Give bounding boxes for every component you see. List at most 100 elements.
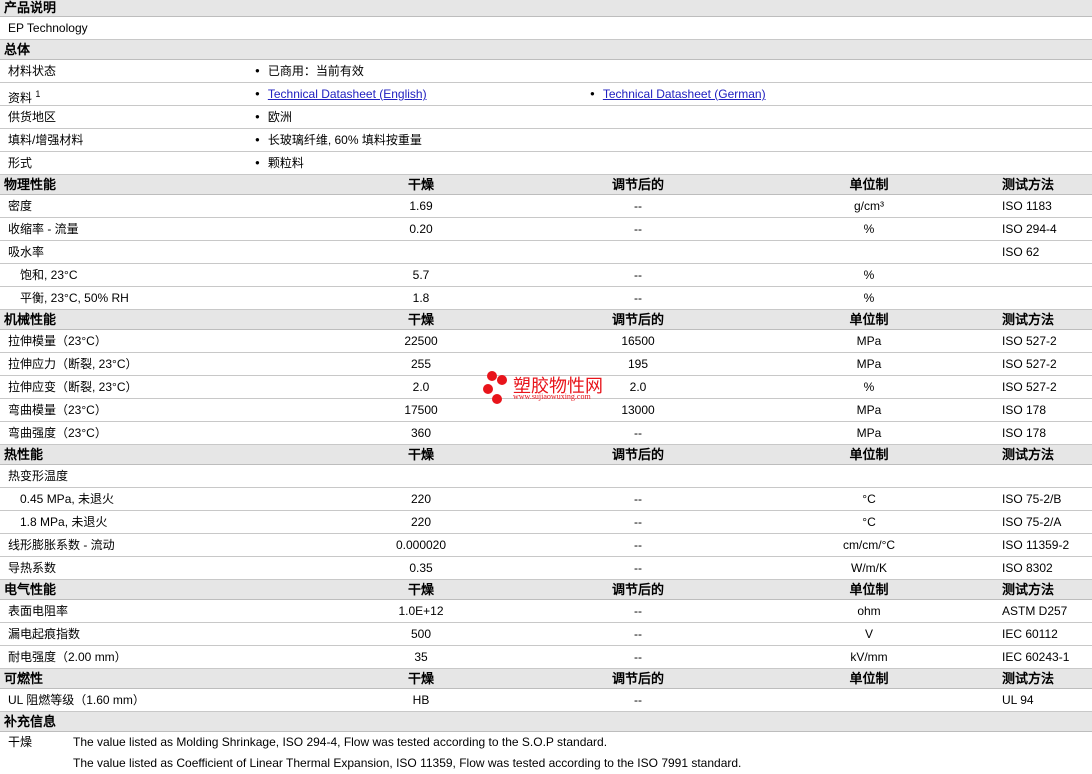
property-row: 收缩率 - 流量 0.20 --% ISO 294-4 (0, 218, 1092, 241)
property-row: 弯曲强度（23°C） 360 -- MPa ISO 178 (0, 422, 1092, 445)
datasheet-german-link[interactable]: Technical Datasheet (German) (603, 87, 766, 101)
dry-value: 0.20 (409, 222, 433, 236)
conditioned-value: 16500 (621, 334, 655, 348)
conditioned-value: -- (634, 222, 642, 236)
unit: % (863, 380, 875, 394)
note: The value listed as Molding Shrinkage, I… (73, 735, 608, 749)
dry-value: 1.0E+12 (398, 604, 444, 618)
test-method: ISO 294-4 (1002, 222, 1057, 236)
col-method: 测试方法 (1002, 582, 1055, 597)
test-method: ISO 75-2/A (1002, 515, 1062, 529)
property-label: 弯曲强度（23°C） (8, 426, 107, 440)
dry-value: 22500 (404, 334, 438, 348)
conditioned-value: -- (634, 426, 642, 440)
col-unit: 单位制 (849, 177, 889, 192)
property-row: UL 阻燃等级（1.60 mm） HB -- UL 94 (0, 689, 1092, 712)
dry-value: 5.7 (412, 268, 430, 282)
property-label: 收缩率 - 流量 (8, 222, 79, 236)
test-method: ISO 527-2 (1002, 357, 1057, 371)
property-label: 密度 (8, 199, 33, 213)
section-header: 可燃性 干燥 调节后的 单位制 测试方法 (0, 669, 1092, 689)
section-header: 机械性能 干燥 调节后的 单位制 测试方法 (0, 310, 1092, 330)
dry-value: 220 (410, 492, 432, 506)
unit: °C (862, 515, 876, 529)
section-title: 可燃性 (4, 671, 44, 686)
property-label: 表面电阻率 (8, 604, 69, 618)
col-method: 测试方法 (1002, 312, 1055, 327)
property-row: 饱和, 23°C 5.7 --% (0, 264, 1092, 287)
col-dry: 干燥 (407, 447, 434, 462)
test-method: ISO 178 (1002, 403, 1047, 417)
property-label: 热变形温度 (8, 469, 69, 483)
dry-value: HB (412, 693, 430, 707)
test-method: ASTM D257 (1002, 604, 1068, 618)
conditioned-value: -- (634, 268, 642, 282)
section-title: 热性能 (4, 447, 44, 462)
dry-value: 220 (410, 515, 432, 529)
property-row: 耐电强度（2.00 mm） 35 -- kV/mm IEC 60243-1 (0, 646, 1092, 669)
unit: % (863, 291, 875, 305)
test-method: ISO 11359-2 (1002, 538, 1070, 552)
property-label: 吸水率 (8, 245, 45, 259)
property-row: 表面电阻率 1.0E+12 -- ohm ASTM D257 (0, 600, 1092, 623)
conditioned-value: -- (634, 492, 642, 506)
property-label: 漏电起痕指数 (8, 627, 81, 641)
col-conditioned: 调节后的 (611, 671, 664, 686)
general-header: 总体 (0, 40, 1092, 60)
unit: °C (862, 492, 876, 506)
conditioned-value: -- (634, 561, 642, 575)
unit: g/cm³ (854, 199, 884, 213)
general-row: 资料 1Technical Datasheet (English)Technic… (0, 83, 1092, 106)
dry-value: 0.35 (409, 561, 433, 575)
property-row: 0.45 MPa, 未退火 220 -- °C ISO 75-2/B (0, 488, 1092, 511)
conditioned-value: -- (634, 538, 642, 552)
unit: MPa (856, 334, 882, 348)
unit: kV/mm (850, 650, 888, 664)
property-label: 0.45 MPa, 未退火 (20, 492, 115, 506)
unit: % (863, 222, 875, 236)
dry-value: 1.69 (409, 199, 433, 213)
test-method: ISO 8302 (1002, 561, 1053, 575)
test-method: ISO 527-2 (1002, 380, 1057, 394)
conditioned-value: -- (634, 515, 642, 529)
property-row: 吸水率 ISO 62 (0, 241, 1092, 264)
property-row: 热变形温度 (0, 465, 1092, 488)
conditioned-value: -- (634, 627, 642, 641)
section-title: 物理性能 (4, 177, 57, 192)
section-title: 机械性能 (4, 312, 57, 327)
property-label: 1.8 MPa, 未退火 (20, 515, 108, 529)
col-conditioned: 调节后的 (611, 582, 664, 597)
row-value: 欧洲 (255, 106, 292, 128)
product-header: 产品说明 (0, 0, 1092, 17)
property-label: UL 阻燃等级（1.60 mm） (8, 693, 145, 707)
property-label: 弯曲模量（23°C） (8, 403, 107, 417)
col-unit: 单位制 (849, 671, 889, 686)
unit: MPa (856, 426, 882, 440)
unit: MPa (856, 357, 882, 371)
test-method: IEC 60112 (1002, 627, 1058, 641)
col-method: 测试方法 (1002, 671, 1055, 686)
property-label: 饱和, 23°C (20, 268, 78, 282)
col-conditioned: 调节后的 (611, 177, 664, 192)
section-header: 物理性能 干燥 调节后的 单位制 测试方法 (0, 175, 1092, 195)
unit: W/m/K (851, 561, 887, 575)
test-method: ISO 75-2/B (1002, 492, 1062, 506)
col-unit: 单位制 (849, 582, 889, 597)
dry-value: 35 (414, 650, 428, 664)
dry-value: 500 (410, 627, 432, 641)
supplement-header: 补充信息 (0, 712, 1092, 732)
unit: V (864, 627, 873, 641)
conditioned-value: -- (634, 693, 642, 707)
general-row: 形式 颗粒料 (0, 152, 1092, 175)
property-label: 线形膨胀系数 - 流动 (8, 538, 115, 552)
col-unit: 单位制 (849, 312, 889, 327)
datasheet-english-link[interactable]: Technical Datasheet (English) (268, 87, 427, 101)
property-row: 导热系数 0.35 -- W/m/K ISO 8302 (0, 557, 1092, 580)
dry-value: 360 (410, 426, 432, 440)
property-row: 拉伸模量（23°C） 22500 16500 MPa ISO 527-2 (0, 330, 1092, 353)
test-method: IEC 60243-1 (1002, 650, 1070, 664)
property-row: 平衡, 23°C, 50% RH 1.8 --% (0, 287, 1092, 310)
row-label: 材料状态 (8, 64, 57, 78)
test-method: ISO 62 (1002, 245, 1040, 259)
general-row: 填料/增强材料 长玻璃纤维, 60% 填料按重量 (0, 129, 1092, 152)
